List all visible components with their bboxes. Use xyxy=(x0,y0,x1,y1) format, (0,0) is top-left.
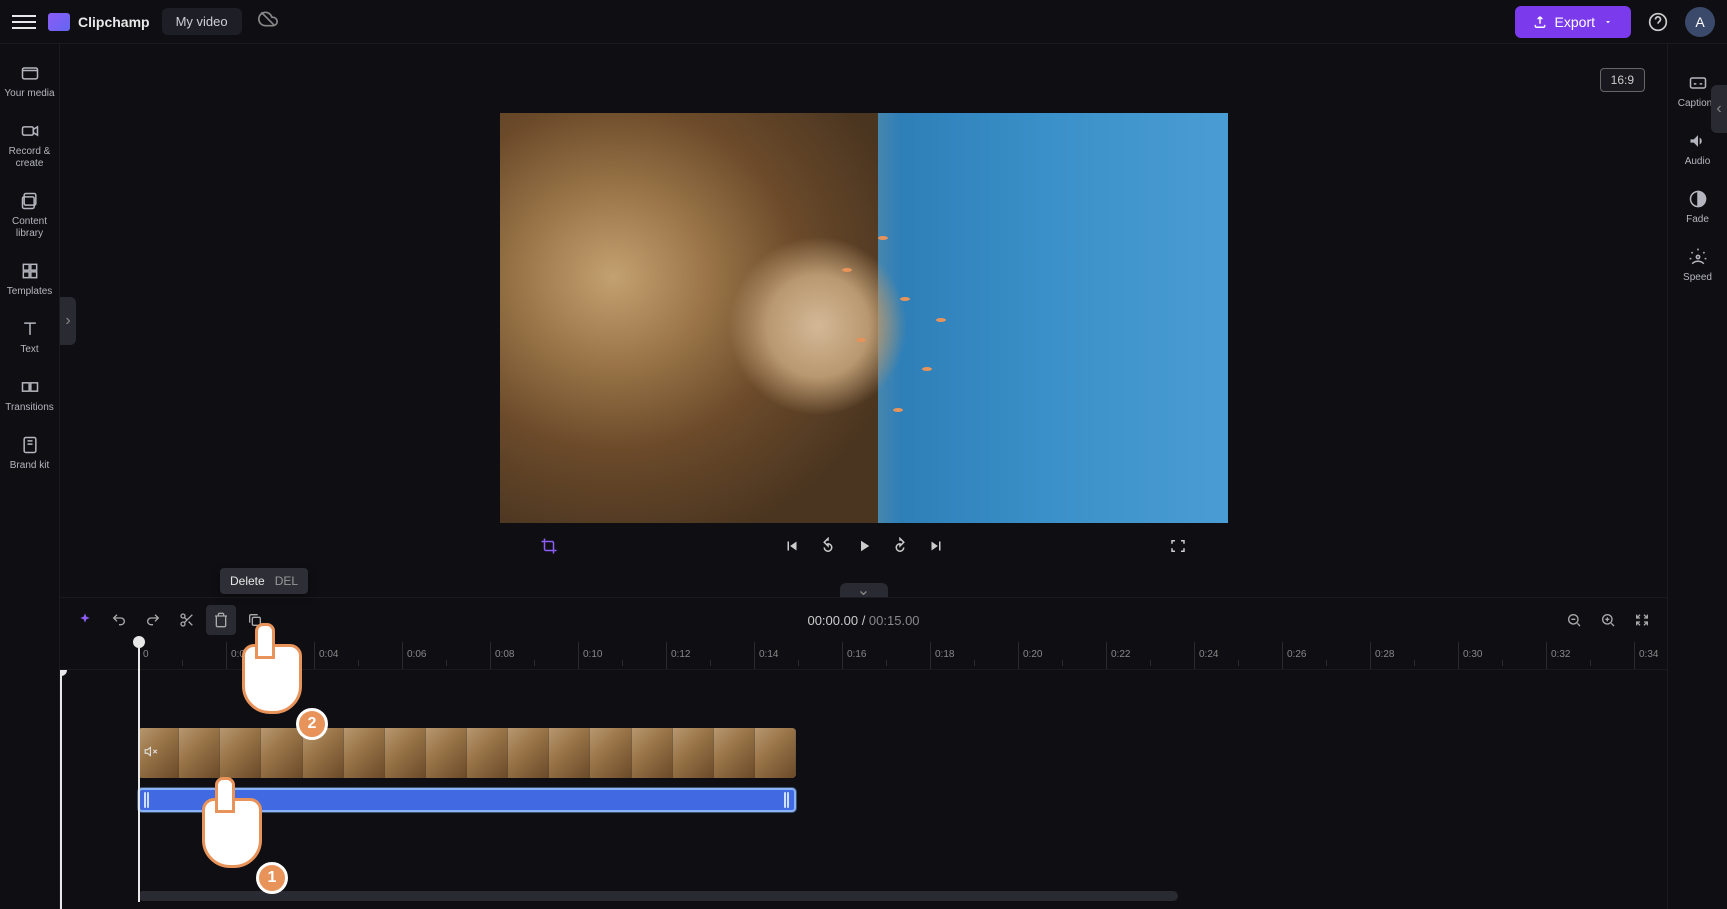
sidebar-fade[interactable]: Fade xyxy=(1668,178,1727,236)
app-name: Clipchamp xyxy=(78,14,150,30)
annotation-pointer-1: 1 xyxy=(202,798,282,888)
redo-button[interactable] xyxy=(138,605,168,635)
speed-icon xyxy=(1687,246,1709,268)
captions-icon xyxy=(1687,72,1709,94)
clip-trim-left[interactable] xyxy=(144,792,150,808)
ruler-tick: 0:26 xyxy=(1282,642,1306,669)
export-label: Export xyxy=(1555,14,1595,30)
tooltip-shortcut: DEL xyxy=(275,574,298,588)
sidebar-brand-kit[interactable]: Brand kit xyxy=(0,424,59,482)
delete-tooltip: Delete DEL xyxy=(220,568,308,594)
timeline-section: Delete DEL 00:00.00 / 00:15.00 xyxy=(60,597,1667,909)
playback-bar xyxy=(60,523,1667,569)
sidebar-your-media[interactable]: Your media xyxy=(0,52,59,110)
collapse-timeline-panel[interactable]: ⌄ xyxy=(840,583,888,597)
library-icon xyxy=(19,190,41,212)
current-time: 00:00.00 xyxy=(807,613,858,628)
folder-icon xyxy=(19,62,41,84)
app-header: Clipchamp My video Export A xyxy=(0,0,1727,44)
forward-button[interactable] xyxy=(891,537,909,555)
rewind-button[interactable] xyxy=(819,537,837,555)
fullscreen-button[interactable] xyxy=(1169,537,1187,555)
ruler-tick: 0:18 xyxy=(930,642,954,669)
brand-icon xyxy=(19,434,41,456)
ruler-tick: 0:24 xyxy=(1194,642,1218,669)
sidebar-text[interactable]: Text xyxy=(0,308,59,366)
cloud-sync-icon[interactable] xyxy=(258,9,278,34)
zoom-out-button[interactable] xyxy=(1559,605,1589,635)
ruler-tick: 0:34 xyxy=(1634,642,1658,669)
zoom-fit-button[interactable] xyxy=(1627,605,1657,635)
project-title[interactable]: My video xyxy=(162,8,242,35)
text-icon xyxy=(19,318,41,340)
ruler-tick: 0:16 xyxy=(842,642,866,669)
zoom-in-button[interactable] xyxy=(1593,605,1623,635)
sidebar-speed[interactable]: Speed xyxy=(1668,236,1727,294)
ruler-tick: 0:28 xyxy=(1370,642,1394,669)
clipchamp-logo-icon xyxy=(48,13,70,31)
sidebar-record-create[interactable]: Record & create xyxy=(0,110,59,180)
ruler-tick: 0:20 xyxy=(1018,642,1042,669)
transitions-icon xyxy=(19,376,41,398)
help-button[interactable] xyxy=(1643,7,1673,37)
ruler-tick: 0:10 xyxy=(578,642,602,669)
ruler-tick: 0:12 xyxy=(666,642,690,669)
timeline-toolbar: Delete DEL 00:00.00 / 00:15.00 xyxy=(60,598,1667,642)
video-clip[interactable] xyxy=(138,728,796,778)
video-preview[interactable] xyxy=(500,113,1228,523)
hamburger-menu[interactable] xyxy=(12,10,36,34)
export-button[interactable]: Export xyxy=(1515,6,1631,38)
ruler-tick: 0:30 xyxy=(1458,642,1482,669)
clip-trim-right[interactable] xyxy=(784,792,790,808)
playhead[interactable] xyxy=(138,642,140,902)
sidebar-content-library[interactable]: Content library xyxy=(0,180,59,250)
play-button[interactable] xyxy=(855,537,873,555)
aspect-ratio-badge[interactable]: 16:9 xyxy=(1600,68,1645,92)
ruler-tick: 0:08 xyxy=(490,642,514,669)
camera-icon xyxy=(19,120,41,142)
skip-end-button[interactable] xyxy=(927,537,945,555)
sidebar-templates[interactable]: Templates xyxy=(0,250,59,308)
right-sidebar: ‹ Captions Audio Fade Speed xyxy=(1667,44,1727,909)
collapse-right-panel[interactable]: ‹ xyxy=(1711,85,1727,133)
app-logo[interactable]: Clipchamp xyxy=(48,13,150,31)
ruler-tick: 0:06 xyxy=(402,642,426,669)
sidebar-transitions[interactable]: Transitions xyxy=(0,366,59,424)
total-time: 00:15.00 xyxy=(869,613,920,628)
magic-button[interactable] xyxy=(70,605,100,635)
chevron-down-icon xyxy=(1603,17,1613,27)
templates-icon xyxy=(19,260,41,282)
preview-area: 16:9 xyxy=(60,44,1667,597)
ruler-tick: 0:22 xyxy=(1106,642,1130,669)
audio-icon xyxy=(1687,130,1709,152)
user-avatar[interactable]: A xyxy=(1685,7,1715,37)
split-button[interactable] xyxy=(172,605,202,635)
timeline-scrollbar[interactable] xyxy=(138,891,1178,901)
delete-button[interactable] xyxy=(206,605,236,635)
playhead[interactable] xyxy=(60,670,62,909)
clip-mute-icon[interactable] xyxy=(144,745,158,762)
crop-button[interactable] xyxy=(540,537,558,555)
left-sidebar: Your media Record & create Content libra… xyxy=(0,44,60,909)
annotation-pointer-2: 2 xyxy=(242,644,322,734)
undo-button[interactable] xyxy=(104,605,134,635)
fade-icon xyxy=(1687,188,1709,210)
tooltip-label: Delete xyxy=(230,574,265,588)
skip-start-button[interactable] xyxy=(783,537,801,555)
timecode-display: 00:00.00 / 00:15.00 xyxy=(807,613,919,628)
ruler-tick: 0:14 xyxy=(754,642,778,669)
ruler-tick: 0:32 xyxy=(1546,642,1570,669)
